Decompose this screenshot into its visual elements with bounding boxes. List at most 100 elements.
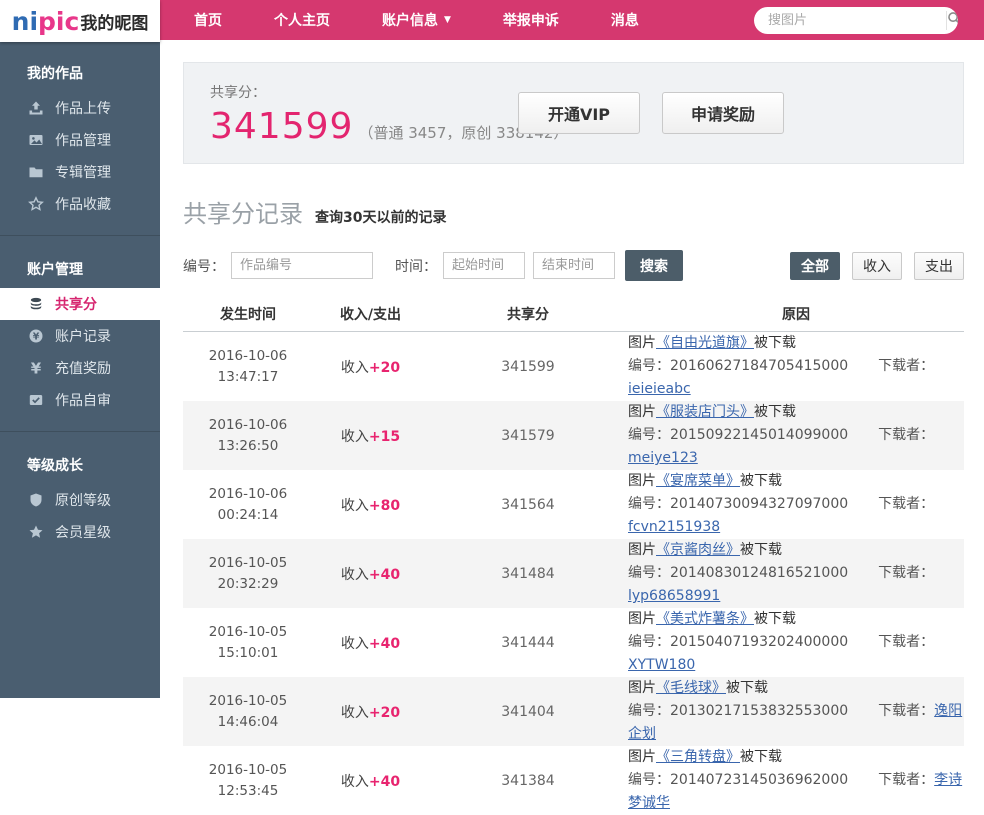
folder-icon bbox=[27, 164, 45, 180]
downloader-label: 下载者： bbox=[878, 496, 934, 512]
end-time-input[interactable] bbox=[533, 252, 615, 279]
filter-search-button[interactable]: 搜索 bbox=[625, 250, 683, 281]
table-row: 2016-10-05 14:46:04 收入+20 341404 图片《毛线球》… bbox=[183, 677, 964, 746]
cell-in-out: 收入+20 bbox=[313, 702, 428, 722]
row-amount: +80 bbox=[369, 498, 400, 514]
sidebar-item-label: 账户记录 bbox=[55, 326, 111, 346]
row-amount: +20 bbox=[369, 360, 400, 376]
image-number-label: 编号： bbox=[628, 496, 670, 512]
header-balance: 共享分 bbox=[428, 304, 628, 324]
sidebar-section-account: 账户管理 bbox=[0, 236, 160, 288]
summary-buttons: 开通VIP 申请奖励 bbox=[518, 92, 784, 134]
downloader-link[interactable]: fcvn2151938 bbox=[628, 519, 720, 535]
image-icon bbox=[27, 132, 45, 148]
cell-time: 2016-10-05 15:10:01 bbox=[183, 622, 313, 664]
svg-text:¥: ¥ bbox=[31, 360, 42, 376]
nav-account-info[interactable]: 账户信息▼ bbox=[356, 0, 477, 40]
cell-reason: 图片《毛线球》被下载 编号：20130217153832553000下载者：逸阳… bbox=[628, 677, 964, 746]
image-number-label: 编号： bbox=[628, 772, 670, 788]
image-title-link[interactable]: 《美式炸薯条》 bbox=[656, 611, 754, 627]
sidebar-item-self-review[interactable]: 作品自审 bbox=[0, 384, 160, 416]
downloader-link[interactable]: XYTW180 bbox=[628, 657, 695, 673]
sidebar-item-upload[interactable]: 作品上传 bbox=[0, 92, 160, 124]
row-date: 2016-10-05 bbox=[183, 760, 313, 781]
search-button[interactable] bbox=[946, 11, 958, 30]
query-older-records-link[interactable]: 查询30天以前的记录 bbox=[315, 207, 446, 227]
image-title-link[interactable]: 《三角转盘》 bbox=[656, 749, 740, 765]
downloader-label: 下载者： bbox=[878, 565, 934, 581]
sidebar-item-account-records[interactable]: ¥ 账户记录 bbox=[0, 320, 160, 352]
start-time-input[interactable] bbox=[443, 252, 525, 279]
table-row: 2016-10-05 20:32:29 收入+40 341484 图片《京酱肉丝… bbox=[183, 539, 964, 608]
sidebar-item-member-star[interactable]: 会员星级 bbox=[0, 516, 160, 548]
image-number: 20160627184705415000 bbox=[670, 358, 848, 374]
cell-in-out: 收入+40 bbox=[313, 771, 428, 791]
main-nav: 首页 个人主页 账户信息▼ 举报申诉 消息 bbox=[160, 0, 665, 40]
table-row: 2016-10-05 15:10:01 收入+40 341444 图片《美式炸薯… bbox=[183, 608, 964, 677]
downloader-link[interactable]: ieieieabc bbox=[628, 381, 691, 397]
sidebar-item-label: 作品上传 bbox=[55, 98, 111, 118]
cell-time: 2016-10-05 14:46:04 bbox=[183, 691, 313, 733]
cell-time: 2016-10-06 13:47:17 bbox=[183, 346, 313, 388]
tab-all[interactable]: 全部 bbox=[790, 252, 840, 280]
tab-income[interactable]: 收入 bbox=[852, 252, 902, 280]
row-time: 15:10:01 bbox=[183, 643, 313, 664]
image-title-link[interactable]: 《自由光道旗》 bbox=[656, 335, 754, 351]
yen-icon: ¥ bbox=[27, 360, 45, 376]
records-title: 共享分记录 bbox=[183, 194, 303, 229]
nav-home[interactable]: 首页 bbox=[168, 0, 248, 40]
reason-suffix: 被下载 bbox=[754, 611, 796, 627]
tab-expense[interactable]: 支出 bbox=[914, 252, 964, 280]
search-input[interactable] bbox=[754, 13, 946, 28]
nav-home-label: 首页 bbox=[194, 10, 222, 30]
sidebar-item-manage-works[interactable]: 作品管理 bbox=[0, 124, 160, 156]
downloader-link[interactable]: meiye123 bbox=[628, 450, 698, 466]
row-time: 13:26:50 bbox=[183, 436, 313, 457]
image-title-link[interactable]: 《宴席菜单》 bbox=[656, 473, 740, 489]
row-amount: +40 bbox=[369, 567, 400, 583]
row-time: 12:53:45 bbox=[183, 781, 313, 802]
sidebar-item-label: 专辑管理 bbox=[55, 162, 111, 182]
sidebar-item-label: 充值奖励 bbox=[55, 358, 111, 378]
sidebar-item-recharge-rewards[interactable]: ¥ 充值奖励 bbox=[0, 352, 160, 384]
downloader-link[interactable]: lyp68658991 bbox=[628, 588, 720, 604]
row-type: 收入 bbox=[341, 498, 369, 514]
sidebar-item-share-points[interactable]: 共享分 bbox=[0, 288, 160, 320]
reason-suffix: 被下载 bbox=[754, 404, 796, 420]
cell-balance: 341564 bbox=[428, 497, 628, 513]
sidebar-item-original-level[interactable]: 原创等级 bbox=[0, 484, 160, 516]
nav-messages[interactable]: 消息 bbox=[585, 0, 665, 40]
image-number: 20140730094327097000 bbox=[670, 496, 848, 512]
downloader-label: 下载者： bbox=[878, 703, 934, 719]
sidebar-item-albums[interactable]: 专辑管理 bbox=[0, 156, 160, 188]
nav-profile[interactable]: 个人主页 bbox=[248, 0, 356, 40]
sidebar-item-favorites[interactable]: 作品收藏 bbox=[0, 188, 160, 220]
work-number-input[interactable] bbox=[231, 252, 373, 279]
cell-reason: 图片《京酱肉丝》被下载 编号：20140830124816521000下载者：l… bbox=[628, 539, 964, 608]
cell-balance: 341484 bbox=[428, 566, 628, 582]
sidebar-item-label: 作品管理 bbox=[55, 130, 111, 150]
row-date: 2016-10-05 bbox=[183, 622, 313, 643]
summary-left: 共享分： 341599 （普通 3457，原创 338142） bbox=[210, 82, 512, 145]
image-title-link[interactable]: 《毛线球》 bbox=[656, 680, 726, 696]
open-vip-button[interactable]: 开通VIP bbox=[518, 92, 640, 134]
coins-icon bbox=[27, 296, 45, 312]
site-logo[interactable]: nipic 我的昵图 bbox=[0, 0, 160, 42]
sidebar-item-label: 作品自审 bbox=[55, 390, 111, 410]
nav-report[interactable]: 举报申诉 bbox=[477, 0, 585, 40]
row-date: 2016-10-05 bbox=[183, 691, 313, 712]
time-filter-label: 时间： bbox=[395, 256, 437, 276]
header-reason: 原因 bbox=[628, 304, 964, 324]
sidebar-section-levels: 等级成长 bbox=[0, 432, 160, 484]
image-title-link[interactable]: 《京酱肉丝》 bbox=[656, 542, 740, 558]
cell-reason: 图片《自由光道旗》被下载 编号：20160627184705415000下载者：… bbox=[628, 332, 964, 401]
nav-account-info-label: 账户信息 bbox=[382, 10, 438, 30]
image-title-link[interactable]: 《服装店门头》 bbox=[656, 404, 754, 420]
row-date: 2016-10-05 bbox=[183, 553, 313, 574]
row-date: 2016-10-06 bbox=[183, 346, 313, 367]
records-header: 共享分记录 查询30天以前的记录 bbox=[183, 194, 964, 229]
table-row: 2016-10-05 12:53:45 收入+40 341384 图片《三角转盘… bbox=[183, 746, 964, 815]
apply-reward-button[interactable]: 申请奖励 bbox=[662, 92, 784, 134]
yen-circle-icon: ¥ bbox=[27, 328, 45, 344]
cell-reason: 图片《三角转盘》被下载 编号：20140723145036962000下载者：李… bbox=[628, 746, 964, 815]
